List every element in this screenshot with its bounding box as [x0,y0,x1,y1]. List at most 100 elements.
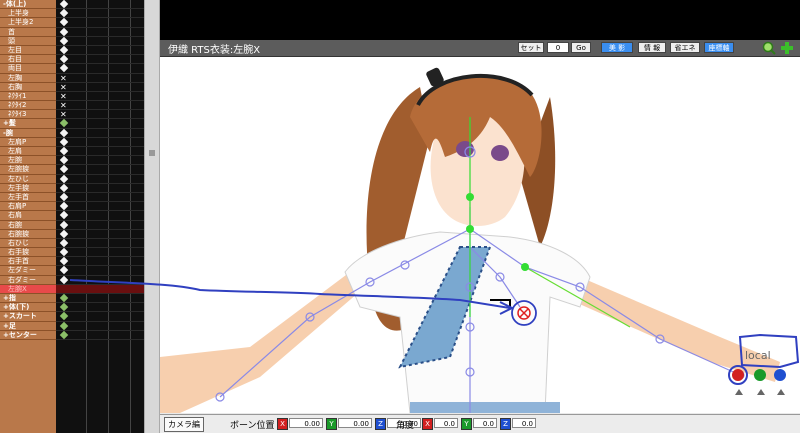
timeline-row[interactable]: ✕ [56,92,144,102]
timeline-row[interactable] [56,0,144,10]
timeline-row[interactable] [56,275,144,285]
bone-group-item[interactable]: +センター [0,331,56,340]
timeline-row[interactable] [56,238,144,249]
bone-item[interactable]: 左胸 [0,74,56,83]
keyframe-diamond-icon[interactable] [59,27,69,36]
timeline-row[interactable] [56,18,144,28]
keyframe-diamond-icon[interactable] [59,229,69,238]
bone-item[interactable]: 左手捩 [0,184,56,193]
axis-button[interactable]: 座標軸 [704,42,734,53]
timeline[interactable]: ✕ ✕ ✕ ✕ ✕ [56,0,144,433]
pos-y-input[interactable]: 0.00 [338,418,372,428]
go-button[interactable]: Go [571,42,591,53]
keyframe-diamond-icon[interactable] [59,128,69,137]
keyframe-diamond-icon[interactable] [59,238,69,248]
set-button[interactable]: セット [518,42,544,53]
bone-group-item[interactable]: -体(上) [0,0,56,10]
keyframe-diamond-icon[interactable] [59,54,69,64]
keyframe-diamond-icon[interactable] [59,330,69,339]
bone-item[interactable]: 右ダミー [0,276,56,285]
bone-item[interactable]: 頭 [0,37,56,46]
pos-x-input[interactable]: 0.00 [289,418,323,428]
camera-edit-button[interactable]: カメラ編 [164,417,204,432]
frame-input[interactable]: 0 [547,42,569,53]
timeline-row[interactable] [56,266,144,276]
timeline-row[interactable] [56,192,144,203]
bone-item[interactable]: ﾈｸﾀｲ1 [0,92,56,102]
timeline-row[interactable] [56,155,144,166]
keyframe-diamond-icon[interactable] [59,18,69,27]
bone-item[interactable]: 首 [0,28,56,37]
angle-y-input[interactable]: 0.0 [473,418,497,428]
keyframe-diamond-icon[interactable] [59,64,69,73]
timeline-row[interactable] [56,165,144,175]
bone-group-item[interactable]: +スカート [0,312,56,322]
bone-item[interactable]: 左肩 [0,147,56,157]
angle-z-input[interactable]: 0.0 [512,418,536,428]
timeline-row[interactable] [56,247,144,258]
timeline-row[interactable] [56,146,144,157]
keyframe-diamond-icon[interactable] [59,257,69,266]
bone-item[interactable]: 右肩 [0,211,56,221]
keyframe-diamond-icon[interactable] [59,247,69,257]
timeline-row[interactable] [56,321,144,331]
keyframe-x-icon[interactable]: ✕ [60,74,67,82]
keyframe-diamond-icon[interactable] [59,211,69,220]
keyframe-diamond-icon[interactable] [59,8,69,18]
keyframe-diamond-icon[interactable] [59,36,69,45]
keyframe-diamond-icon[interactable] [59,302,69,312]
keyframe-diamond-icon[interactable] [59,146,69,156]
energy-save-button[interactable]: 省エネ [670,42,700,53]
timeline-row[interactable] [56,201,144,212]
bone-item[interactable]: 両目 [0,64,56,74]
keyframe-diamond-icon[interactable] [59,312,69,321]
bone-item[interactable]: ﾈｸﾀｲ3 [0,110,56,120]
bone-item[interactable]: 左ダミー [0,266,56,276]
timeline-row[interactable] [56,27,144,37]
timeline-row[interactable] [56,45,144,56]
timeline-row[interactable] [56,257,144,267]
bone-item[interactable]: 右ひじ [0,239,56,249]
keyframe-x-icon[interactable]: ✕ [60,83,67,91]
timeline-row[interactable] [56,8,144,19]
keyframe-diamond-icon[interactable] [59,192,69,202]
panel-splitter[interactable] [144,0,160,433]
timeline-row[interactable] [56,330,144,340]
keyframe-diamond-icon[interactable] [59,174,69,183]
timeline-row[interactable] [56,229,144,239]
keyframe-x-icon[interactable]: ✕ [60,102,67,110]
beauty-shadow-button[interactable]: 美 影 [601,42,633,53]
timeline-row[interactable]: ✕ [56,110,144,120]
bone-group-item[interactable]: +足 [0,322,56,331]
bone-item[interactable]: 右手首 [0,257,56,267]
bone-item[interactable]: 上半身 [0,9,56,19]
keyframe-diamond-icon[interactable] [59,119,69,128]
keyframe-diamond-icon[interactable] [59,155,69,165]
3d-viewport[interactable]: local [160,57,800,413]
bone-item[interactable]: 左肩P [0,138,56,147]
bone-item[interactable]: 左腕 [0,156,56,166]
timeline-row[interactable]: ✕ [56,74,144,83]
timeline-row[interactable] [56,54,144,65]
timeline-row[interactable] [56,183,144,193]
timeline-row[interactable] [56,128,144,138]
timeline-row[interactable] [56,119,144,129]
keyframe-diamond-icon[interactable] [59,165,69,174]
timeline-row[interactable] [56,137,144,147]
bone-group-item[interactable]: +指 [0,294,56,304]
bone-item[interactable]: 右手捩 [0,248,56,258]
keyframe-diamond-icon[interactable] [59,275,69,284]
timeline-row[interactable] [56,174,144,184]
keyframe-x-icon[interactable]: ✕ [60,92,67,100]
bone-item[interactable]: 右腕 [0,221,56,230]
bone-item[interactable]: ﾈｸﾀｲ2 [0,101,56,111]
bone-item[interactable]: 左目 [0,46,56,56]
angle-x-input[interactable]: 0.0 [434,418,458,428]
timeline-row[interactable] [56,36,144,46]
timeline-row[interactable] [56,64,144,74]
timeline-row[interactable] [56,220,144,230]
bone-item[interactable]: 左手首 [0,193,56,203]
keyframe-diamond-icon[interactable] [59,321,69,330]
bone-item[interactable]: 左腕捩 [0,165,56,175]
bone-group-item[interactable]: -腕 [0,129,56,138]
